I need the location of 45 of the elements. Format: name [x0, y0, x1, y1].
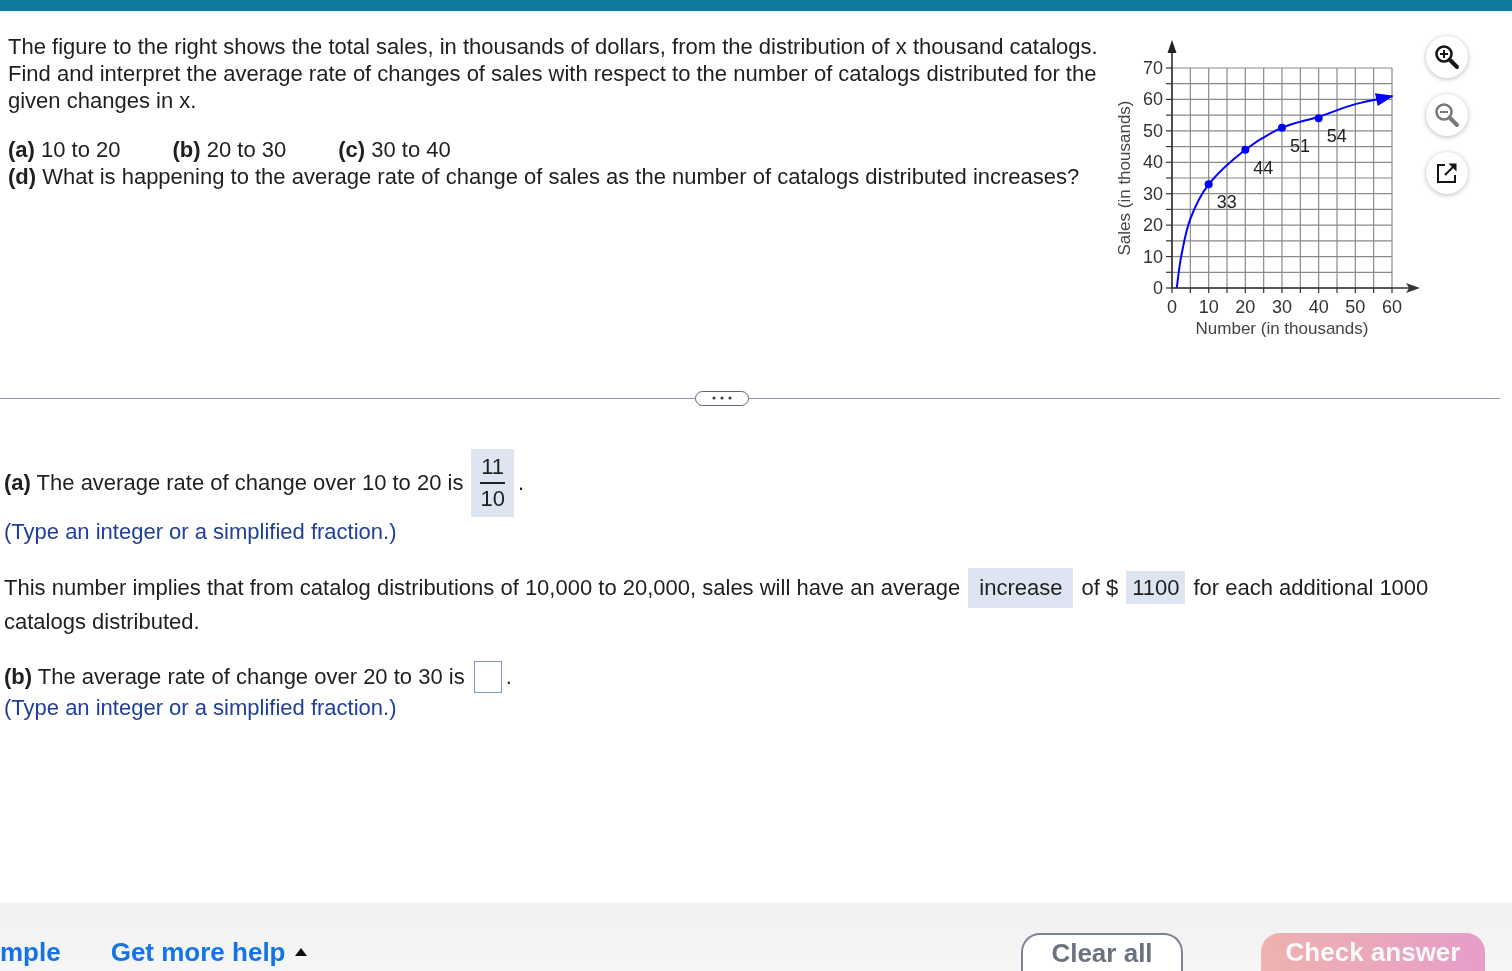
tick-label: 50 — [1345, 297, 1366, 317]
tick-label: 30 — [1142, 183, 1163, 204]
fraction-answer-field[interactable]: 11 10 — [471, 449, 514, 517]
part-text: (a) 10 to 20 — [8, 136, 121, 163]
tick-label: 20 — [1142, 215, 1163, 236]
question-text: (b) The average rate of change over 20 to 30 is — [4, 664, 465, 689]
tick-label: 30 — [1272, 297, 1292, 317]
axis-title: Number (in thousands) — [1195, 318, 1369, 338]
answer-dropdown[interactable]: increase — [968, 567, 1074, 608]
part-text: (b) 20 to 30 — [172, 136, 287, 163]
tick-label: 10 — [1198, 297, 1219, 317]
help-link[interactable]: Get more help — [110, 933, 307, 971]
ellipsis-icon — [712, 396, 732, 400]
sentence-text: catalogs distributed. — [4, 608, 200, 634]
popout-button[interactable] — [1426, 152, 1468, 194]
period-text: . — [517, 470, 525, 496]
tick-label: 50 — [1142, 120, 1163, 141]
sentence-text: of $ — [1081, 575, 1119, 600]
answer-field[interactable] — [473, 660, 502, 693]
part-text: (c) 30 to 40 — [338, 136, 451, 163]
hint-text: (Type an integer or a simplified fraction.) — [4, 694, 398, 720]
zoom-in-icon — [1434, 44, 1460, 70]
answer-field[interactable]: 1100 — [1126, 571, 1186, 604]
question-text: The figure to the right shows the total sales, in thousands of dollars, from the distribution of x thousand catalogs. Find and interpret the average rate of changes of sales with respect to the number of catalogs distributed for the given changes in x. — [8, 33, 1099, 114]
clear-all-button[interactable]: Clear all — [1021, 933, 1183, 971]
zoom-in-button[interactable] — [1426, 36, 1468, 78]
sentence-text: This number implies that from catalog distributions of 10,000 to 20,000, sales will have an average — [4, 575, 961, 600]
tick-label: 10 — [1142, 246, 1163, 267]
tick-label: 40 — [1142, 152, 1163, 173]
hint-text: (Type an integer or a simplified fraction.) — [4, 518, 398, 544]
tick-label: 0 — [1167, 297, 1177, 317]
zoom-out-icon — [1434, 102, 1460, 128]
footer-link[interactable]: mple — [0, 933, 61, 971]
axis-title: Sales (in thousands) — [1114, 100, 1134, 256]
tick-label: 60 — [1382, 297, 1402, 317]
question-text: (a) The average rate of change over 10 to 20 is — [4, 470, 464, 496]
tick-label: 40 — [1308, 297, 1329, 317]
tick-label: 20 — [1235, 297, 1256, 317]
sentence-text: for each additional 1000 — [1193, 575, 1429, 600]
tick-label: 0 — [1153, 278, 1163, 298]
period-text: . — [505, 664, 512, 689]
tick-label: 70 — [1142, 58, 1163, 78]
question-text: (d) What is happening to the average rate of change of sales as the number of catalogs distributed increases? — [8, 163, 1081, 190]
tick-label: 60 — [1142, 89, 1163, 110]
expand-button[interactable] — [695, 390, 749, 406]
